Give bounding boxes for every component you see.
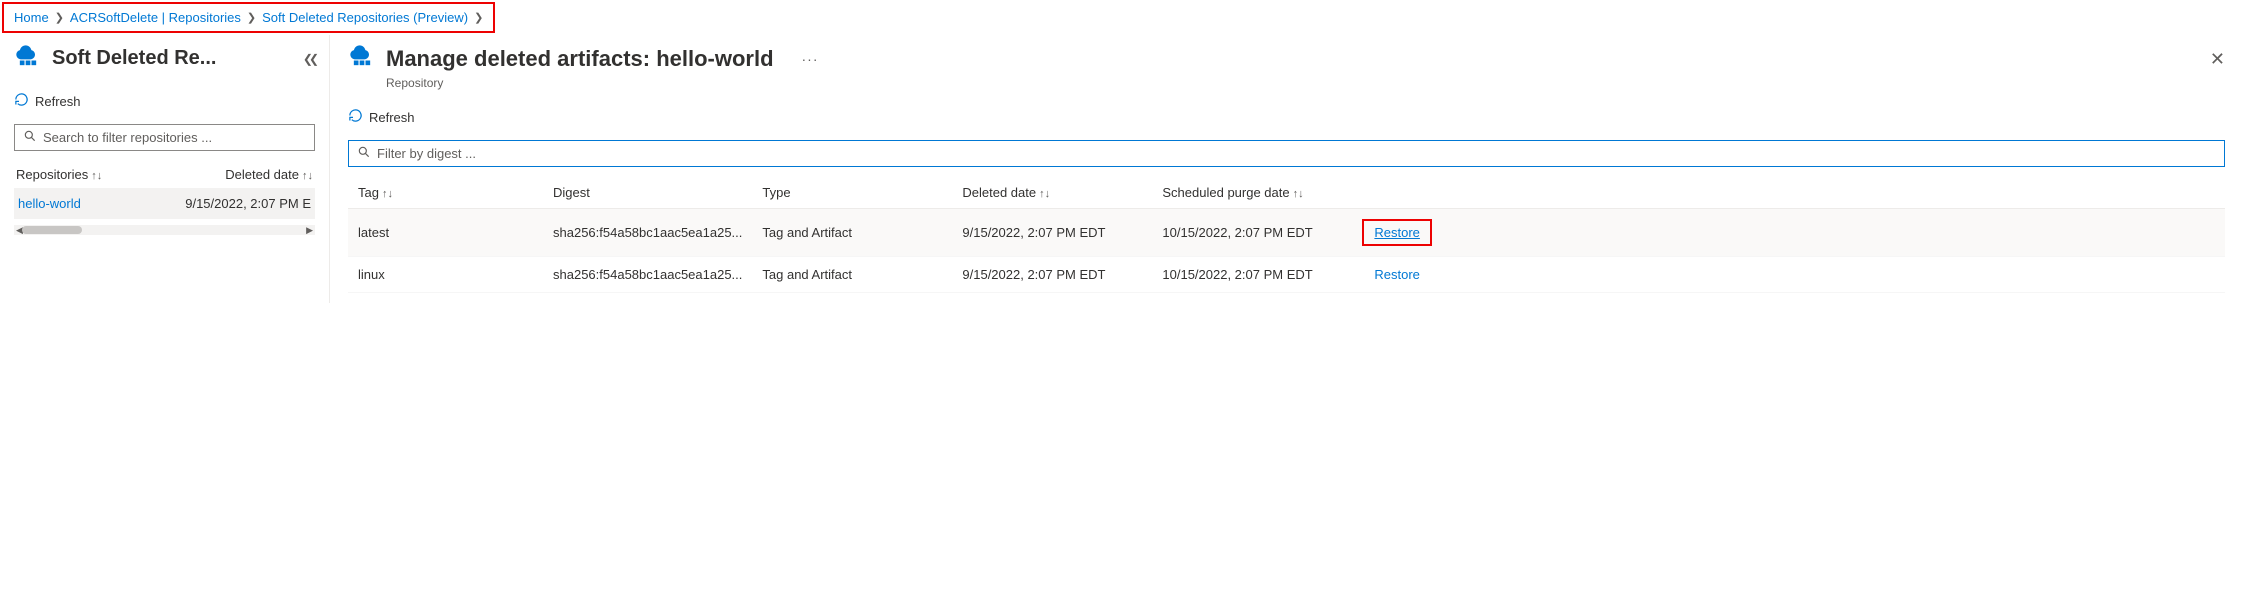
artifact-purge-date: 10/15/2022, 2:07 PM EDT [1152,209,1352,257]
sort-icon: ↑↓ [382,188,393,200]
restore-button[interactable]: Restore [1374,225,1420,240]
left-panel: Soft Deleted Re... ❮❮ Refresh Repositori… [0,35,330,303]
artifact-digest: sha256:f54a58bc1aac5ea1a25... [543,209,752,257]
artifact-deleted-date: 9/15/2022, 2:07 PM EDT [952,209,1152,257]
artifact-tag: latest [348,209,543,257]
column-actions [1352,177,2225,209]
artifact-digest: sha256:f54a58bc1aac5ea1a25... [543,257,752,293]
page-title: Manage deleted artifacts: hello-world [386,46,774,72]
sort-icon: ↑↓ [1293,188,1304,200]
refresh-icon [14,92,29,110]
artifacts-table: Tag↑↓ Digest Type Deleted date↑↓ Schedul… [348,177,2225,293]
sort-icon: ↑↓ [1039,188,1050,200]
column-repositories[interactable]: Repositories↑↓ [16,167,102,182]
right-panel: ✕ Manage deleted artifacts: hello-world … [330,35,2243,303]
repository-row[interactable]: hello-world 9/15/2022, 2:07 PM E [14,188,315,219]
artifact-row[interactable]: linux sha256:f54a58bc1aac5ea1a25... Tag … [348,257,2225,293]
chevron-right-icon: ❯ [474,11,483,24]
search-repositories-input[interactable] [14,124,315,151]
breadcrumb-soft-deleted[interactable]: Soft Deleted Repositories (Preview) [262,10,468,25]
artifact-purge-date: 10/15/2022, 2:07 PM EDT [1152,257,1352,293]
restore-button[interactable]: Restore [1374,267,1420,282]
refresh-button[interactable]: Refresh [348,108,2225,126]
chevron-right-icon: ❯ [247,11,256,24]
search-icon [357,145,371,162]
close-button[interactable]: ✕ [2210,49,2225,70]
artifact-deleted-date: 9/15/2022, 2:07 PM EDT [952,257,1152,293]
column-deleted-date[interactable]: Deleted date↑↓ [225,167,313,182]
breadcrumb-repositories[interactable]: ACRSoftDelete | Repositories [70,10,241,25]
sort-icon: ↑↓ [91,170,102,182]
artifact-type: Tag and Artifact [752,257,952,293]
repository-name: hello-world [18,196,81,211]
repository-deleted-date: 9/15/2022, 2:07 PM E [185,196,311,211]
scrollbar-thumb[interactable] [22,226,82,234]
artifact-type: Tag and Artifact [752,209,952,257]
container-registry-icon [348,43,376,74]
left-panel-title: Soft Deleted Re... [52,47,216,70]
search-icon [23,129,37,146]
refresh-button[interactable]: Refresh [14,92,315,110]
breadcrumb-home[interactable]: Home [14,10,49,25]
refresh-icon [348,108,363,126]
horizontal-scrollbar[interactable]: ◀ ▶ [14,225,315,235]
collapse-panel-button[interactable]: ❮❮ [303,52,315,66]
artifact-row[interactable]: latest sha256:f54a58bc1aac5ea1a25... Tag… [348,209,2225,257]
filter-digest-field[interactable] [377,146,2216,161]
column-type[interactable]: Type [752,177,952,209]
page-subtitle: Repository [386,76,2225,90]
artifact-tag: linux [348,257,543,293]
scroll-right-arrow-icon[interactable]: ▶ [304,225,315,236]
column-digest[interactable]: Digest [543,177,752,209]
column-purge-date[interactable]: Scheduled purge date↑↓ [1152,177,1352,209]
refresh-label: Refresh [35,94,81,109]
chevron-right-icon: ❯ [55,11,64,24]
more-actions-button[interactable]: ··· [802,51,819,67]
filter-digest-input[interactable] [348,140,2225,167]
breadcrumb: Home ❯ ACRSoftDelete | Repositories ❯ So… [2,2,495,33]
column-tag[interactable]: Tag↑↓ [348,177,543,209]
search-repositories-field[interactable] [43,130,306,145]
column-deleted-date[interactable]: Deleted date↑↓ [952,177,1152,209]
refresh-label: Refresh [369,110,415,125]
container-registry-icon [14,43,42,74]
left-table-header: Repositories↑↓ Deleted date↑↓ [14,161,315,188]
sort-icon: ↑↓ [302,170,313,182]
